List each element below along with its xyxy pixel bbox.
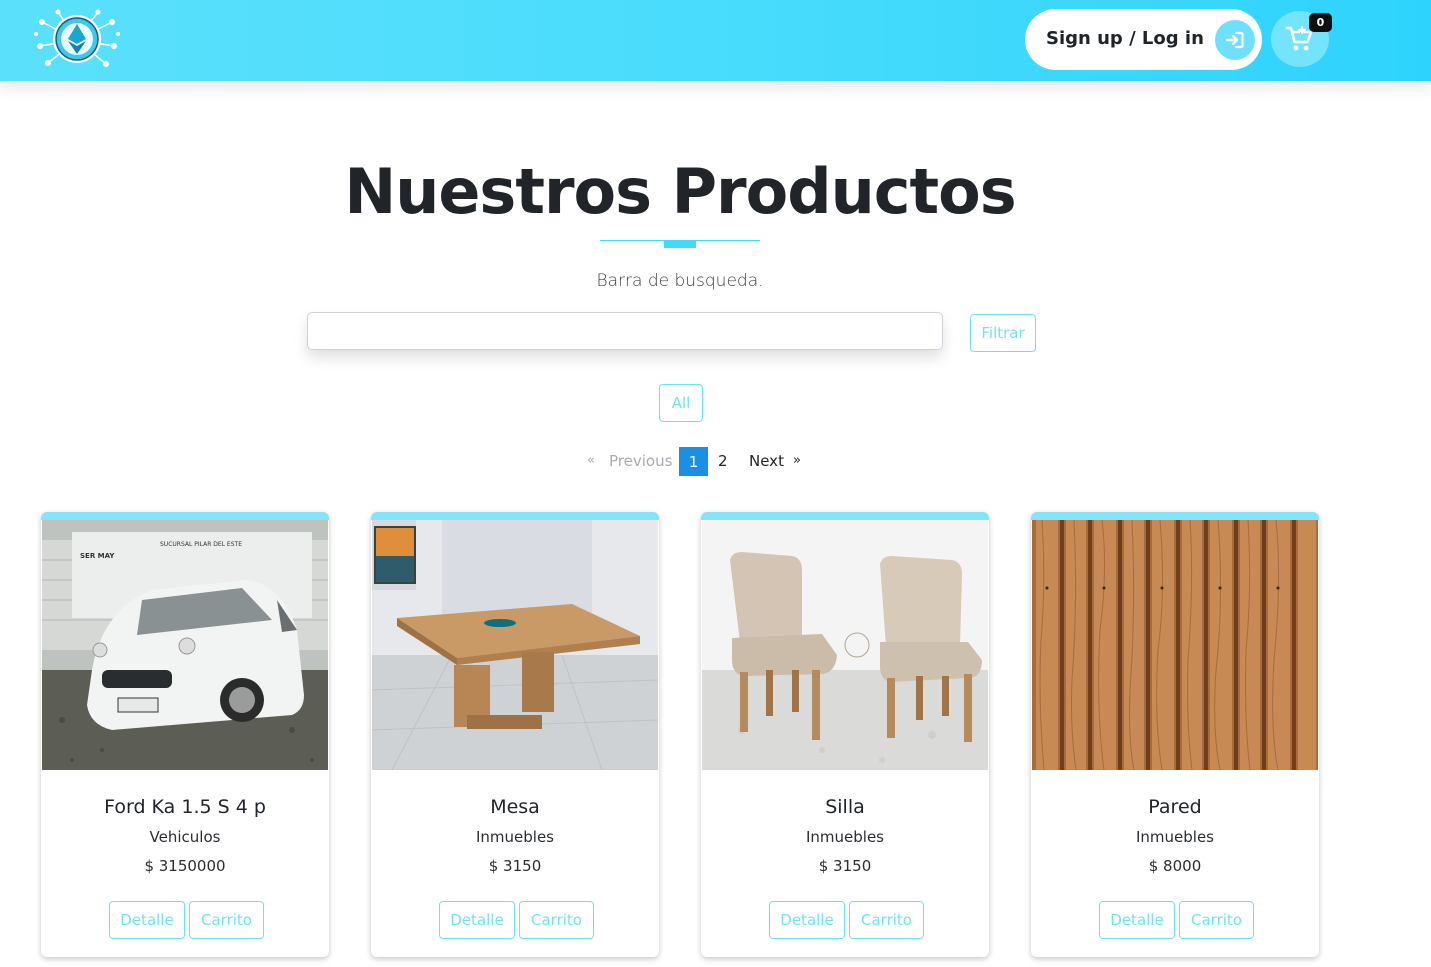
chairs-photo[interactable] <box>702 520 988 770</box>
pagination-next-arrow[interactable]: » <box>793 453 801 482</box>
svg-text:SER MAY: SER MAY <box>80 552 115 560</box>
table-photo[interactable] <box>372 520 658 770</box>
sign-in-icon <box>1215 20 1255 60</box>
pagination-next[interactable]: Next <box>749 452 784 481</box>
product-category: Inmuebles <box>475 828 554 846</box>
detail-button[interactable]: Detalle <box>439 901 515 939</box>
top-header: Sign up / Log in 0 <box>0 0 1431 81</box>
product-price: $ 3150 <box>488 857 542 875</box>
pagination-prev-arrow[interactable]: « <box>587 453 595 482</box>
product-category: Inmuebles <box>805 828 884 846</box>
product-name: Pared <box>1148 796 1202 818</box>
filter-button[interactable]: Filtrar <box>970 314 1036 352</box>
product-category: Vehiculos <box>149 828 221 846</box>
signup-login-label: Sign up / Log in <box>1046 28 1204 49</box>
search-input[interactable] <box>307 312 943 350</box>
title-divider-mark <box>664 241 696 248</box>
search-label: Barra de busqueda. <box>596 271 764 291</box>
signup-login-button[interactable]: Sign up / Log in <box>1025 9 1262 70</box>
logo-icon[interactable] <box>34 8 120 72</box>
product-price: $ 3150 <box>818 857 872 875</box>
all-filter-button[interactable]: All <box>659 384 703 422</box>
product-card: Pared Inmuebles $ 8000 Detalle Carrito <box>1031 512 1319 957</box>
product-card: SUCURSAL PILAR DEL ESTE SER MAY Ford Ka … <box>41 512 329 957</box>
pagination-page-2[interactable]: 2 <box>718 452 728 481</box>
add-to-cart-button[interactable]: Carrito <box>189 901 264 939</box>
svg-text:SUCURSAL PILAR DEL ESTE: SUCURSAL PILAR DEL ESTE <box>160 541 242 548</box>
add-to-cart-button[interactable]: Carrito <box>519 901 594 939</box>
pagination-previous[interactable]: Previous <box>609 452 672 481</box>
product-category: Inmuebles <box>1135 828 1214 846</box>
detail-button[interactable]: Detalle <box>109 901 185 939</box>
cart-count-badge: 0 <box>1309 13 1332 32</box>
product-name: Ford Ka 1.5 S 4 p <box>104 796 266 818</box>
wood-wall-photo[interactable] <box>1032 520 1318 770</box>
product-price: $ 3150000 <box>144 857 226 875</box>
product-card: Silla Inmuebles $ 3150 Detalle Carrito <box>701 512 989 957</box>
add-to-cart-button[interactable]: Carrito <box>849 901 924 939</box>
product-name: Mesa <box>490 796 540 818</box>
detail-button[interactable]: Detalle <box>769 901 845 939</box>
product-card: Mesa Inmuebles $ 3150 Detalle Carrito <box>371 512 659 957</box>
detail-button[interactable]: Detalle <box>1099 901 1175 939</box>
product-name: Silla <box>825 796 865 818</box>
pagination-page-1[interactable]: 1 <box>679 447 708 476</box>
add-to-cart-button[interactable]: Carrito <box>1179 901 1254 939</box>
page-title: Nuestros Productos <box>344 155 1016 228</box>
product-price: $ 8000 <box>1148 857 1202 875</box>
car-photo[interactable]: SUCURSAL PILAR DEL ESTE SER MAY <box>42 520 328 770</box>
